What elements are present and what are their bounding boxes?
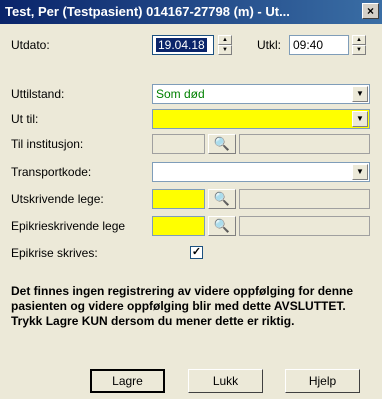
epikriseskrivende-lege-name-field — [239, 216, 370, 236]
uttilstand-select[interactable]: Som død ▼ — [152, 84, 370, 104]
utskrivende-lege-name-field — [239, 189, 370, 209]
utkl-input[interactable]: 09:40 — [289, 35, 349, 55]
uttil-label: Ut til: — [11, 112, 39, 126]
epikriseskrivende-lege-label: Epikrieskrivende lege — [11, 219, 126, 233]
spin-down-icon[interactable]: ▼ — [352, 45, 366, 55]
window-title: Test, Per (Testpasient) 014167-27798 (m)… — [0, 0, 382, 24]
utkl-value: 09:40 — [293, 38, 324, 52]
epikrise-skrives-label: Epikrise skrives: — [11, 246, 98, 260]
til-institusjon-label: Til institusjon: — [11, 137, 84, 151]
close-button[interactable]: × — [362, 3, 379, 19]
uttil-select[interactable]: ▼ — [152, 109, 370, 129]
binoculars-icon: 🔍 — [208, 134, 236, 154]
utdato-input[interactable]: 19.04.18 — [152, 35, 214, 55]
info-message: Det finnes ingen registrering av videre … — [11, 284, 354, 328]
window-title-text: Test, Per (Testpasient) 014167-27798 (m)… — [5, 4, 290, 19]
hjelp-button-label: Hjelp — [308, 374, 337, 388]
spin-up-icon[interactable]: ▲ — [352, 35, 366, 45]
chevron-down-icon[interactable]: ▼ — [352, 164, 368, 180]
transportkode-label: Transportkode: — [11, 165, 92, 179]
utdato-label: Utdato: — [11, 38, 50, 52]
spin-down-icon[interactable]: ▼ — [218, 45, 232, 55]
lagre-button[interactable]: Lagre — [90, 369, 165, 393]
epikriseskrivende-lege-input[interactable] — [152, 216, 205, 236]
uttilstand-label: Uttilstand: — [11, 87, 65, 101]
utskrivende-lege-label: Utskrivende lege: — [11, 192, 104, 206]
chevron-down-icon[interactable]: ▼ — [352, 111, 368, 127]
til-institusjon-code-input — [152, 134, 205, 154]
binoculars-icon[interactable]: 🔍 — [208, 216, 236, 236]
hjelp-button[interactable]: Hjelp — [285, 369, 360, 393]
utdato-value: 19.04.18 — [156, 38, 207, 52]
epikrise-skrives-checkbox[interactable]: ✓ — [190, 246, 203, 259]
utkl-spinner[interactable]: ▲ ▼ — [352, 35, 366, 55]
uttilstand-value: Som død — [156, 87, 205, 101]
lukk-button[interactable]: Lukk — [188, 369, 263, 393]
lagre-button-label: Lagre — [112, 374, 143, 388]
utdato-spinner[interactable]: ▲ ▼ — [218, 35, 232, 55]
til-institusjon-name-field — [239, 134, 370, 154]
spin-up-icon[interactable]: ▲ — [218, 35, 232, 45]
chevron-down-icon[interactable]: ▼ — [352, 86, 368, 102]
utkl-label: Utkl: — [257, 38, 281, 52]
binoculars-icon[interactable]: 🔍 — [208, 189, 236, 209]
lukk-button-label: Lukk — [212, 374, 239, 388]
transportkode-select[interactable]: ▼ — [152, 162, 370, 182]
utskrivende-lege-input[interactable] — [152, 189, 205, 209]
